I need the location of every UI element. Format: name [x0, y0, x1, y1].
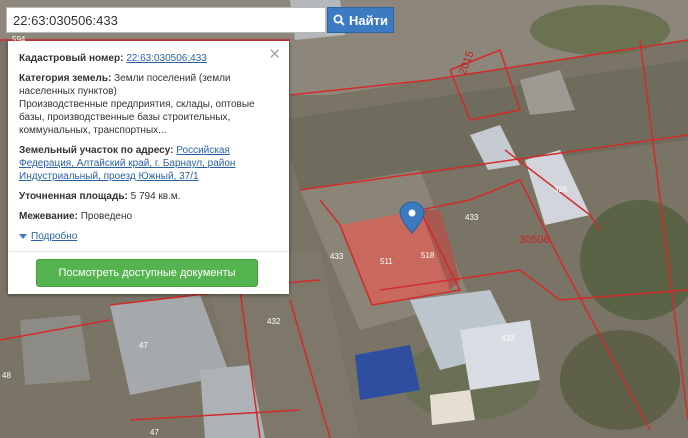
parcel-label-511: 511 [380, 257, 393, 266]
address-row: Земельный участок по адресу: Российская … [19, 144, 278, 183]
parcel-label-518: 518 [421, 251, 435, 260]
view-documents-label: Посмотреть доступные документы [58, 266, 236, 279]
search-button[interactable]: Найти [327, 7, 394, 33]
parcel-label-432-left: 432 [267, 317, 281, 326]
parcel-label-47-bottom: 47 [150, 428, 159, 437]
area-label: Уточненная площадь: [19, 191, 128, 202]
search-input-value: 22:63:030506:433 [13, 12, 118, 28]
cadastral-row: Кадастровый номер: 22:63:030506:433 [19, 52, 278, 65]
quarter-label-30506: 30506 [519, 234, 550, 246]
area-row: Уточненная площадь: 5 794 кв.м. [19, 190, 278, 203]
parcel-label-47: 47 [139, 341, 148, 350]
parcel-info-popup: ✕ Кадастровый номер: 22:63:030506:433 Ка… [8, 41, 289, 294]
survey-label: Межевание: [19, 211, 78, 222]
cadastral-label: Кадастровый номер: [19, 53, 124, 64]
search-button-label: Найти [349, 12, 388, 28]
details-toggle[interactable]: Подробно [19, 230, 77, 243]
category-row: Категория земель: Земли поселений (земли… [19, 72, 278, 137]
survey-value: Проведено [80, 211, 133, 222]
usage-text: Производственные предприятия, склады, оп… [19, 99, 255, 136]
close-icon[interactable]: ✕ [268, 47, 281, 62]
parcel-label-433-right: 433 [465, 213, 479, 222]
parcel-label-432-right: 432 [501, 334, 515, 343]
category-label: Категория земель: [19, 73, 112, 84]
search-icon [333, 14, 345, 26]
search-input[interactable]: 22:63:030506:433 [6, 7, 326, 33]
area-value: 5 794 кв.м. [130, 191, 181, 202]
parcel-label-433-left: 433 [330, 252, 344, 261]
divider [8, 251, 289, 252]
address-label: Земельный участок по адресу: [19, 145, 174, 156]
details-label: Подробно [31, 231, 78, 242]
chevron-down-icon [19, 234, 27, 239]
view-documents-button[interactable]: Посмотреть доступные документы [36, 259, 258, 287]
survey-row: Межевание: Проведено [19, 210, 278, 223]
cadastral-number-link[interactable]: 22:63:030506:433 [126, 53, 207, 64]
parcel-label-326: 326 [554, 185, 568, 194]
parcel-label-48: 48 [2, 371, 11, 380]
